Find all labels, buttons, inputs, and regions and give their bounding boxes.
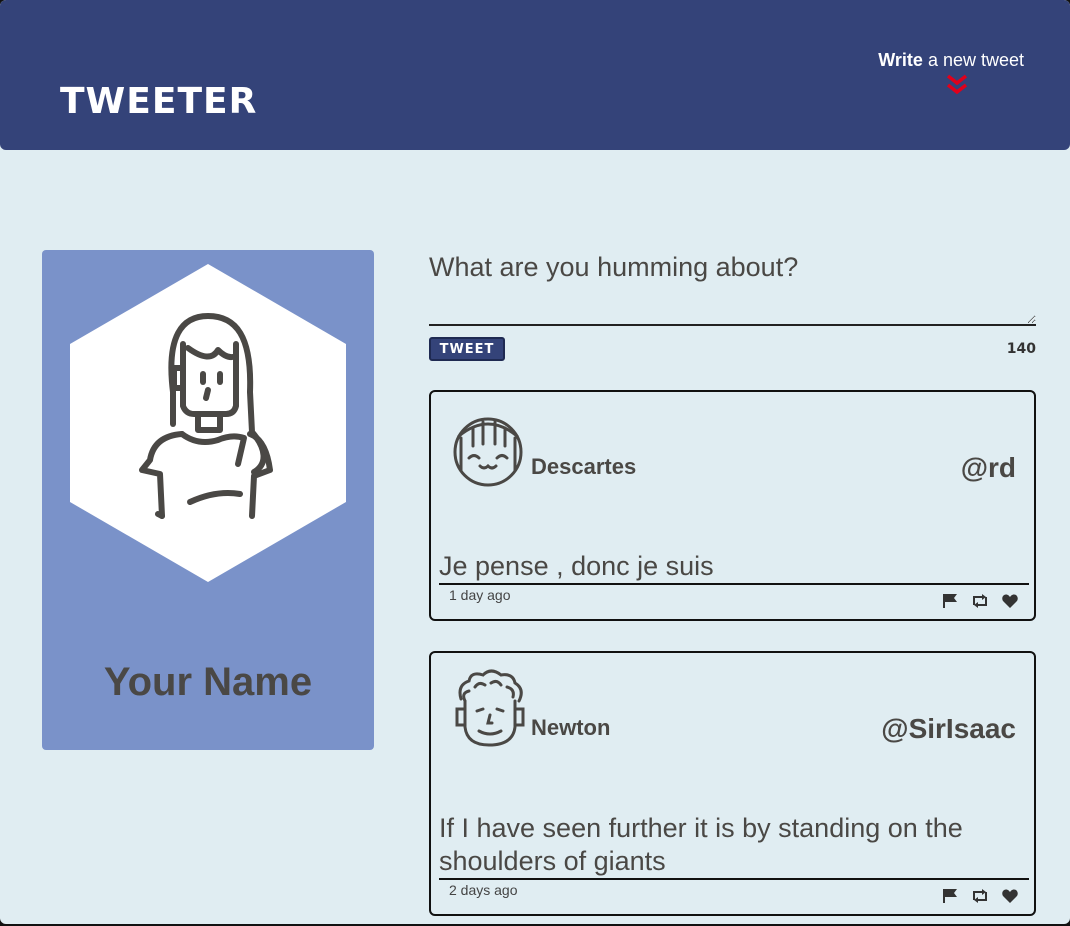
tweet-card: Newton @SirIsaac If I have seen further … bbox=[429, 651, 1036, 916]
profile-avatar-icon bbox=[70, 264, 346, 582]
tweet-author-handle: @SirIsaac bbox=[881, 713, 1016, 744]
write-rest-text: a new tweet bbox=[922, 50, 1024, 70]
compose-footer: TWEET 140 bbox=[429, 337, 1036, 361]
tweet-button[interactable]: TWEET bbox=[429, 337, 505, 361]
tweet-actions bbox=[940, 592, 1020, 610]
tweet-content: If I have seen further it is by standing… bbox=[439, 812, 1029, 880]
page: TWEETER Write a new tweet Your Name What… bbox=[0, 0, 1070, 924]
profile-card: Your Name bbox=[42, 250, 374, 750]
retweet-icon[interactable] bbox=[970, 592, 990, 610]
newton-avatar-icon bbox=[455, 669, 525, 747]
tweet-actions bbox=[940, 887, 1020, 905]
navbar: TWEETER Write a new tweet bbox=[0, 0, 1070, 150]
tweet-author-name: Newton bbox=[531, 715, 611, 740]
write-new-tweet-label[interactable]: Write a new tweet bbox=[878, 50, 1024, 71]
tweet-author-name: Descartes bbox=[531, 454, 637, 479]
flag-icon[interactable] bbox=[940, 887, 960, 905]
profile-name: Your Name bbox=[103, 660, 313, 704]
heart-icon[interactable] bbox=[1000, 592, 1020, 610]
tweet-author-handle: @rd bbox=[960, 452, 1016, 483]
brand-logo[interactable]: TWEETER bbox=[60, 80, 257, 124]
flag-icon[interactable] bbox=[940, 592, 960, 610]
retweet-icon[interactable] bbox=[970, 887, 990, 905]
write-bold-text: Write bbox=[878, 50, 923, 70]
descartes-avatar-icon bbox=[453, 417, 523, 487]
compose-tweet: TWEET 140 bbox=[429, 248, 1036, 361]
tweet-card: Descartes @rd Je pense , donc je suis 1 … bbox=[429, 390, 1036, 621]
tweet-text-input[interactable] bbox=[429, 248, 1036, 326]
double-chevron-down-icon[interactable] bbox=[945, 73, 969, 97]
character-counter: 140 bbox=[1006, 341, 1036, 357]
tweet-date: 1 day ago bbox=[449, 587, 511, 603]
write-new-tweet-toggle[interactable]: Write a new tweet bbox=[878, 50, 1024, 97]
tweet-content: Je pense , donc je suis bbox=[439, 550, 1029, 585]
tweet-date: 2 days ago bbox=[449, 882, 518, 898]
heart-icon[interactable] bbox=[1000, 887, 1020, 905]
